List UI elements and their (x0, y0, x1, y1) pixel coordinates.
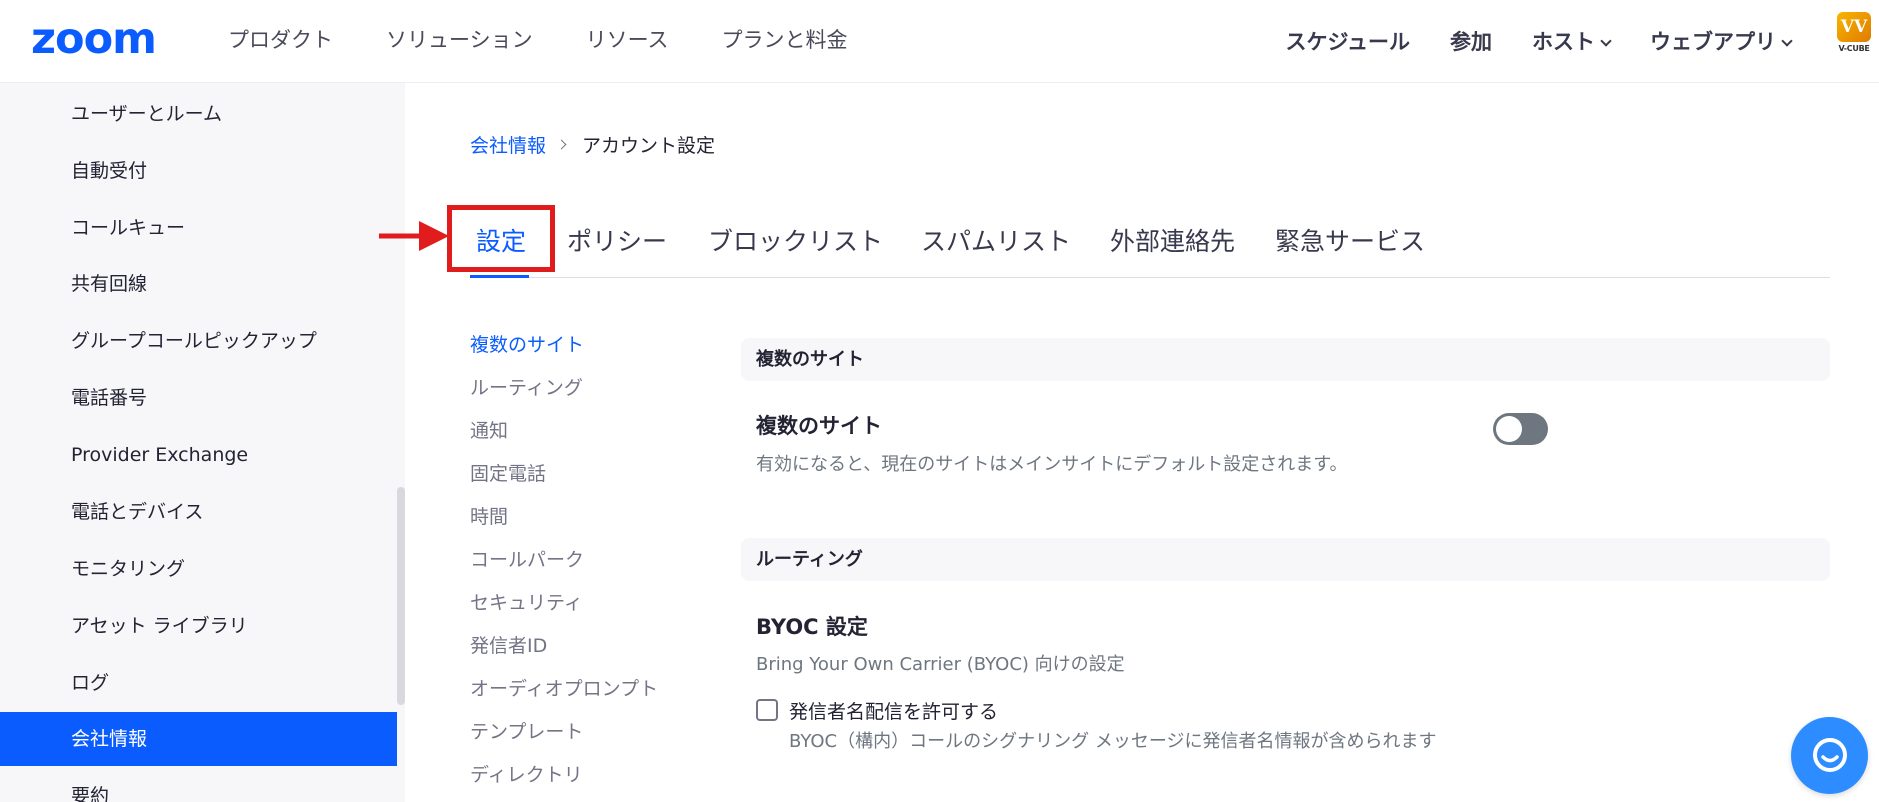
tab-external-contacts[interactable]: 外部連絡先 (1110, 222, 1235, 278)
nav-host[interactable]: ホスト (1532, 26, 1612, 56)
allow-caller-name-checkbox[interactable] (756, 699, 778, 721)
tab-block-list[interactable]: ブロックリスト (708, 222, 883, 278)
secondary-nav: スケジュール 参加 ホスト ウェブアプリ (1285, 26, 1793, 56)
nav-schedule-label: スケジュール (1285, 30, 1410, 54)
setting-desc-byoc: Bring Your Own Carrier (BYOC) 向けの設定 (756, 654, 1125, 675)
sidebar-item-provider-exchange[interactable]: Provider Exchange (0, 428, 397, 482)
sidebar-item-shared-lines[interactable]: 共有回線 (0, 257, 397, 311)
toggle-knob (1496, 416, 1522, 442)
sidebar-item-call-queue[interactable]: コールキュー (0, 201, 397, 255)
nav-solutions[interactable]: ソリューション (386, 24, 533, 54)
subnav-notifications[interactable]: 通知 (470, 416, 508, 443)
profile-logo[interactable]: VV V-CUBE (1834, 12, 1874, 58)
allow-caller-name-label[interactable]: 発信者名配信を許可する (789, 697, 998, 724)
nav-resources[interactable]: リソース (586, 24, 669, 54)
sidebar: ユーザーとルーム 自動受付 コールキュー 共有回線 グループコールピックアップ … (0, 83, 405, 802)
tab-policy[interactable]: ポリシー (567, 222, 667, 278)
sidebar-item-users-rooms[interactable]: ユーザーとルーム (0, 87, 397, 141)
sidebar-item-summary[interactable]: 要約 (0, 769, 397, 802)
allow-caller-name-description: BYOC（構内）コールのシグナリング メッセージに発信者名情報が含められます (789, 731, 1437, 752)
zoom-logo[interactable]: zoom (31, 17, 157, 61)
vcube-logo-text: V-CUBE (1838, 44, 1870, 53)
sidebar-item-logs[interactable]: ログ (0, 656, 397, 710)
subnav-templates[interactable]: テンプレート (470, 717, 583, 744)
chat-support-button[interactable] (1791, 717, 1868, 794)
sidebar-item-auto-receptionist[interactable]: 自動受付 (0, 144, 397, 198)
subnav-time[interactable]: 時間 (470, 502, 508, 529)
sidebar-item-phone-numbers[interactable]: 電話番号 (0, 371, 397, 425)
sidebar-item-group-call-pickup[interactable]: グループコールピックアップ (0, 314, 397, 368)
subnav-multiple-sites[interactable]: 複数のサイト (470, 330, 584, 357)
chevron-down-icon (1781, 35, 1793, 47)
nav-host-label: ホスト (1532, 30, 1595, 54)
subnav-security[interactable]: セキュリティ (470, 588, 583, 615)
breadcrumb: 会社情報 アカウント設定 (470, 131, 715, 158)
nav-join-label: 参加 (1450, 30, 1492, 54)
nav-join[interactable]: 参加 (1450, 26, 1492, 56)
setting-title-multiple-sites: 複数のサイト (756, 414, 882, 438)
active-tab-indicator (470, 275, 529, 278)
sidebar-item-phones-devices[interactable]: 電話とデバイス (0, 485, 397, 539)
subnav-desk-phones[interactable]: 固定電話 (470, 459, 546, 486)
subnav-routing[interactable]: ルーティング (470, 373, 583, 400)
tab-emergency-services[interactable]: 緊急サービス (1275, 222, 1425, 278)
primary-nav: プロダクト ソリューション リソース プランと料金 (228, 24, 848, 54)
breadcrumb-company-info[interactable]: 会社情報 (470, 131, 546, 158)
top-navigation: zoom プロダクト ソリューション リソース プランと料金 スケジュール 参加… (0, 0, 1879, 83)
subnav-directory[interactable]: ディレクトリ (470, 760, 583, 787)
multiple-sites-toggle[interactable] (1493, 413, 1548, 445)
chat-icon (1813, 738, 1847, 772)
section-header-routing: ルーティング (741, 538, 1830, 581)
nav-schedule[interactable]: スケジュール (1285, 26, 1410, 56)
sidebar-scrollbar[interactable] (397, 487, 405, 705)
breadcrumb-current: アカウント設定 (582, 135, 716, 157)
section-header-multiple-sites: 複数のサイト (741, 338, 1830, 381)
subnav-audio-prompts[interactable]: オーディオプロンプト (470, 674, 658, 701)
nav-plans-pricing[interactable]: プランと料金 (722, 24, 848, 54)
settings-tabs: 設定 ポリシー ブロックリスト スパムリスト 外部連絡先 緊急サービス (470, 222, 1830, 278)
setting-title-byoc: BYOC 設定 (756, 615, 868, 639)
subnav-caller-id[interactable]: 発信者ID (470, 631, 547, 658)
chevron-right-icon (556, 139, 567, 150)
vcube-logo-mark: VV (1837, 12, 1871, 42)
subnav-call-park[interactable]: コールパーク (470, 545, 584, 572)
setting-desc-multiple-sites: 有効になると、現在のサイトはメインサイトにデフォルト設定されます。 (756, 454, 1348, 475)
annotation-arrow-icon (379, 221, 449, 251)
nav-products[interactable]: プロダクト (228, 24, 333, 54)
nav-web-app-label: ウェブアプリ (1650, 30, 1776, 54)
nav-web-app[interactable]: ウェブアプリ (1650, 26, 1793, 56)
chevron-down-icon (1600, 35, 1612, 47)
sidebar-item-company-info[interactable]: 会社情報 (0, 712, 397, 766)
sidebar-item-monitoring[interactable]: モニタリング (0, 542, 397, 596)
tab-spam-list[interactable]: スパムリスト (921, 222, 1071, 278)
annotation-highlight-box (447, 205, 555, 272)
sidebar-item-asset-library[interactable]: アセット ライブラリ (0, 599, 397, 653)
